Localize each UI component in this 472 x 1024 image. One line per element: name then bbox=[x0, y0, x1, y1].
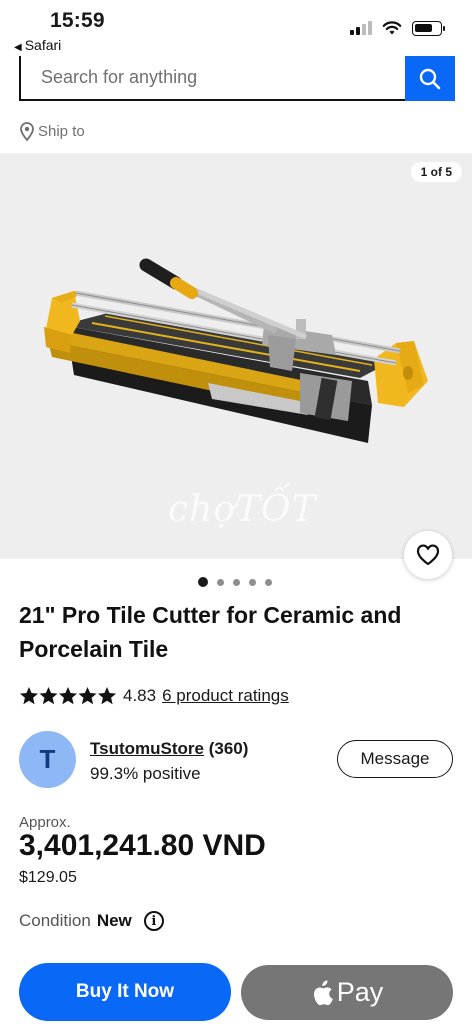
back-app-label: Safari bbox=[24, 37, 62, 53]
cellular-signal-icon bbox=[350, 21, 372, 35]
image-counter-badge: 1 of 5 bbox=[410, 162, 462, 182]
seller-positive-feedback: 99.3% positive bbox=[90, 764, 201, 783]
seller-name-link[interactable]: TsutomuStore bbox=[90, 739, 204, 758]
ship-to-label: Ship to bbox=[38, 123, 85, 140]
price-usd: $129.05 bbox=[19, 869, 77, 886]
search-button[interactable] bbox=[405, 56, 455, 101]
ship-to-link[interactable]: Ship to bbox=[20, 122, 85, 141]
message-seller-button[interactable]: Message bbox=[337, 740, 453, 778]
back-to-app-link[interactable]: ◀ Safari bbox=[14, 37, 61, 53]
buy-it-now-button[interactable]: Buy It Now bbox=[19, 963, 231, 1021]
star-rating-icon bbox=[20, 687, 116, 705]
search-input[interactable] bbox=[19, 56, 405, 101]
price-local: 3,401,241.80 VND bbox=[19, 829, 266, 862]
rating-value: 4.83 bbox=[123, 686, 157, 705]
location-pin-icon bbox=[20, 122, 34, 141]
product-ratings: 4.83 6 product ratings bbox=[19, 686, 289, 706]
back-triangle-icon: ◀ bbox=[14, 42, 22, 53]
heart-icon bbox=[416, 544, 440, 566]
pagination-dot[interactable] bbox=[249, 578, 256, 586]
item-condition: Condition New i bbox=[19, 911, 164, 931]
apple-pay-button[interactable]: Pay bbox=[241, 965, 453, 1020]
watermark-logo: chợTỐT bbox=[168, 489, 317, 530]
seller-avatar[interactable]: T bbox=[19, 731, 76, 788]
info-icon[interactable]: i bbox=[143, 911, 164, 931]
pagination-dot-active[interactable] bbox=[198, 577, 208, 587]
status-time: 15:59 bbox=[50, 9, 105, 32]
watchlist-heart-button[interactable] bbox=[404, 531, 452, 579]
search-bar bbox=[19, 56, 455, 101]
product-title: 21" Pro Tile Cutter for Ceramic and Porc… bbox=[19, 602, 402, 662]
battery-icon bbox=[412, 20, 445, 36]
product-image-gallery[interactable]: chợTỐT 1 of 5 bbox=[0, 153, 472, 559]
status-bar: 15:59 ◀ Safari bbox=[0, 0, 472, 56]
product-ratings-link[interactable]: 6 product ratings bbox=[162, 686, 289, 706]
wifi-icon bbox=[382, 21, 402, 35]
pagination-dot[interactable] bbox=[233, 578, 240, 586]
apple-logo-icon bbox=[313, 979, 333, 1005]
seller-feedback-count: (360) bbox=[208, 739, 249, 758]
gallery-pagination-dots bbox=[198, 577, 272, 587]
condition-label: Condition bbox=[19, 911, 91, 930]
pagination-dot[interactable] bbox=[265, 578, 272, 586]
status-icons bbox=[350, 20, 445, 36]
seller-info: TsutomuStore (360) bbox=[90, 739, 248, 759]
search-icon bbox=[419, 68, 441, 89]
condition-value: New bbox=[96, 911, 132, 930]
pagination-dot[interactable] bbox=[217, 578, 224, 586]
apple-pay-label: Pay bbox=[336, 977, 384, 1007]
